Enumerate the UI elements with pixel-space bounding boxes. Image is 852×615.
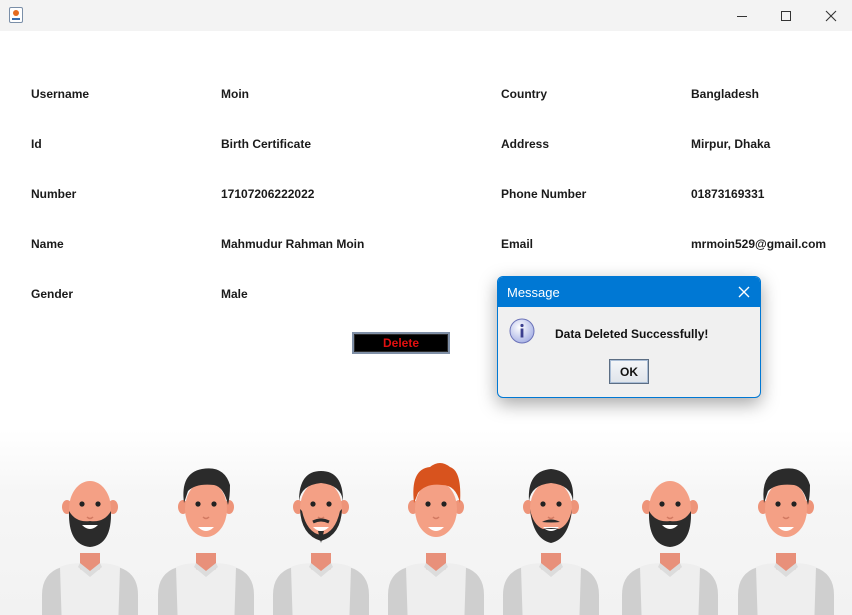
maximize-button[interactable] xyxy=(763,0,809,31)
close-button[interactable] xyxy=(808,0,852,31)
address-label: Address xyxy=(501,137,550,151)
minimize-button[interactable] xyxy=(719,0,765,31)
number-value: 17107206222022 xyxy=(221,187,315,201)
dialog-title-bar: Message xyxy=(498,277,760,307)
people-illustration xyxy=(0,430,852,615)
dialog-close-icon[interactable] xyxy=(736,284,752,300)
message-dialog: Message Data Deleted Successfully! OK xyxy=(497,276,761,398)
id-value: Birth Certificate xyxy=(221,137,312,151)
country-label: Country xyxy=(501,87,547,101)
phone-number-value: 01873169331 xyxy=(691,187,765,201)
delete-button[interactable]: Delete xyxy=(352,332,450,354)
username-label: Username xyxy=(31,87,90,101)
title-bar xyxy=(0,0,852,31)
close-icon xyxy=(825,10,837,21)
maximize-icon xyxy=(781,10,791,21)
email-value: mrmoin529@gmail.com xyxy=(691,237,827,251)
name-value: Mahmudur Rahman Moin xyxy=(221,237,365,251)
address-value: Mirpur, Dhaka xyxy=(691,137,771,151)
info-icon xyxy=(509,318,535,344)
dialog-title: Message xyxy=(507,285,560,300)
people-illustration-svg xyxy=(42,463,834,615)
ok-button[interactable]: OK xyxy=(609,359,649,384)
java-app-icon xyxy=(9,7,23,23)
gender-value: Male xyxy=(221,287,248,301)
email-label: Email xyxy=(501,237,534,251)
username-value: Moin xyxy=(221,87,249,101)
dialog-message: Data Deleted Successfully! xyxy=(555,327,709,341)
country-value: Bangladesh xyxy=(691,87,760,101)
minimize-icon xyxy=(737,15,747,17)
number-label: Number xyxy=(31,187,77,201)
phone-number-label: Phone Number xyxy=(501,187,587,201)
app-window: Username Moin Id Birth Certificate Numbe… xyxy=(0,0,852,615)
id-label: Id xyxy=(31,137,42,151)
gender-label: Gender xyxy=(31,287,74,301)
name-label: Name xyxy=(31,237,64,251)
